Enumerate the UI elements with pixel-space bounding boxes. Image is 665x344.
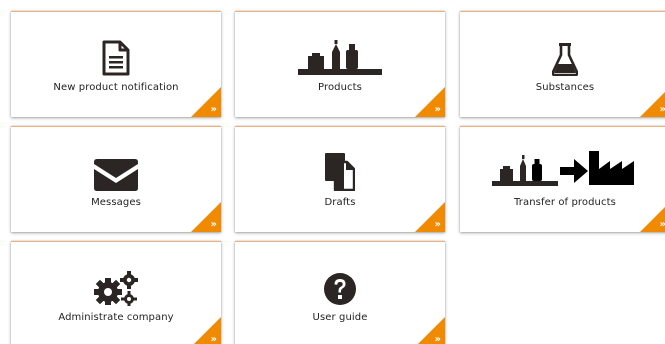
tile-arrow-corner: » (640, 87, 665, 117)
tile-label: Drafts (324, 197, 356, 208)
tile-transfer-of-products[interactable]: Transfer of products » (460, 126, 665, 232)
tile-arrow-corner: » (191, 317, 221, 344)
transfer-products-icon (460, 141, 665, 187)
tile-label: Transfer of products (514, 197, 616, 208)
tile-administrate-company[interactable]: Administrate company » (11, 241, 221, 344)
gears-icon (11, 260, 221, 306)
tile-products[interactable]: Products » (235, 11, 445, 117)
tile-messages[interactable]: Messages » (11, 126, 221, 232)
tile-substances[interactable]: Substances » (460, 11, 665, 117)
double-chevron-icon: » (434, 219, 441, 230)
tile-arrow-corner: » (415, 202, 445, 232)
tile-label: Substances (535, 82, 595, 93)
tile-arrow-corner: » (640, 202, 665, 232)
double-chevron-icon: » (210, 334, 217, 344)
double-chevron-icon: » (660, 220, 665, 230)
tile-label: Products (318, 82, 362, 93)
dashboard-grid: New product notification » Products » Su… (0, 0, 665, 344)
double-chevron-icon: » (210, 104, 217, 115)
tile-label: User guide (312, 312, 368, 323)
tile-label: New product notification (53, 82, 179, 93)
tile-arrow-corner: » (191, 202, 221, 232)
flask-icon (460, 30, 665, 76)
tile-arrow-corner: » (415, 87, 445, 117)
double-chevron-icon: » (660, 105, 665, 115)
document-icon (11, 30, 221, 76)
tile-user-guide[interactable]: User guide » (235, 241, 445, 344)
tile-drafts[interactable]: Drafts » (235, 126, 445, 232)
tile-label: Messages (91, 197, 141, 208)
double-chevron-icon: » (434, 104, 441, 115)
double-chevron-icon: » (434, 334, 441, 344)
tile-label: Administrate company (58, 312, 174, 323)
envelope-icon (11, 145, 221, 191)
tile-new-product-notification[interactable]: New product notification » (11, 11, 221, 117)
question-circle-icon (235, 260, 445, 306)
drafts-icon (235, 145, 445, 191)
products-icon (235, 30, 445, 76)
double-chevron-icon: » (210, 219, 217, 230)
tile-arrow-corner: » (415, 317, 445, 344)
tile-arrow-corner: » (191, 87, 221, 117)
